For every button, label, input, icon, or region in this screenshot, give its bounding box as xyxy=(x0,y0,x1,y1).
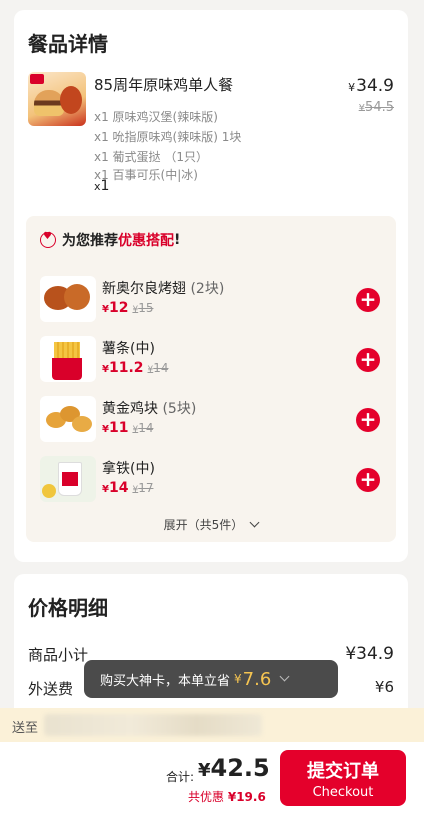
recommend-item-name: 黄金鸡块 xyxy=(102,401,158,417)
add-icon[interactable]: + xyxy=(356,408,380,432)
subtotal-label: 商品小计 xyxy=(28,646,89,664)
meal-name: 85周年原味鸡单人餐 xyxy=(94,76,234,94)
saving-label: 共优惠 ¥19.6 xyxy=(188,790,266,804)
recommend-item[interactable]: 新奥尔良烤翅 (2块) ¥12 ¥15 + xyxy=(40,276,380,326)
recommend-item-price: ¥11 ¥14 xyxy=(102,420,154,436)
recommend-item-name: 新奥尔良烤翅 xyxy=(102,281,186,297)
meal-original-price: ¥54.5 xyxy=(358,100,394,115)
total-value: ¥42.5 xyxy=(198,754,270,782)
meal-content-item: x1 吮指原味鸡(辣味版) 1块 xyxy=(94,130,242,144)
delivery-fee-label: 外送费 xyxy=(28,680,74,698)
checkout-bar: 合计: ¥42.5 共优惠 ¥19.6 提交订单 Checkout xyxy=(0,742,424,818)
recommend-item-price: ¥11.2 ¥14 xyxy=(102,360,169,376)
total-label: 合计: xyxy=(166,770,195,784)
meal-quantity: x1 xyxy=(94,178,110,194)
address-redacted xyxy=(44,714,262,736)
subtotal-value: ¥34.9 xyxy=(345,644,394,664)
recommend-item-name: 拿铁(中) xyxy=(102,461,155,477)
membership-card-promo[interactable]: 购买大神卡，本单立省 ¥7.6 xyxy=(84,660,338,698)
recommend-title: 为您推荐优惠搭配! xyxy=(40,230,180,250)
recommend-item-price: ¥14 ¥17 xyxy=(102,480,154,496)
recommend-item[interactable]: 拿铁(中) ¥14 ¥17 + xyxy=(40,456,380,506)
recommend-panel: 为您推荐优惠搭配! 新奥尔良烤翅 (2块) ¥12¥15 + 薯条(中) ¥11… xyxy=(26,216,396,542)
nuggets-thumbnail xyxy=(40,396,96,442)
add-icon[interactable]: + xyxy=(356,288,380,312)
address-label: 送至 xyxy=(12,721,39,736)
meal-thumbnail xyxy=(28,72,86,126)
add-icon[interactable]: + xyxy=(356,468,380,492)
detail-title: 餐品详情 xyxy=(28,32,108,56)
delivery-fee-value: ¥6 xyxy=(374,678,394,696)
expand-button[interactable]: 展开（共5件） xyxy=(26,516,396,533)
chevron-down-icon xyxy=(249,517,260,528)
meal-content-item: x1 葡式蛋挞 （1只） xyxy=(94,150,209,164)
meal-content-item: x1 百事可乐(中|冰) xyxy=(94,168,198,182)
chevron-down-icon xyxy=(279,671,290,681)
recommend-item[interactable]: 薯条(中) ¥11.2 ¥14 + xyxy=(40,336,380,386)
recommend-item[interactable]: 黄金鸡块 (5块) ¥11 ¥14 + xyxy=(40,396,380,446)
fries-thumbnail xyxy=(40,336,96,382)
heart-icon xyxy=(40,231,56,248)
meal-price: ¥34.9 xyxy=(348,76,394,96)
meal-content-item: x1 原味鸡汉堡(辣味版) xyxy=(94,110,218,124)
price-detail-title: 价格明细 xyxy=(28,596,108,620)
recommend-item-price: ¥12 ¥15 xyxy=(102,300,154,316)
add-icon[interactable]: + xyxy=(356,348,380,372)
order-detail-card: 餐品详情 85周年原味鸡单人餐 ¥34.9 ¥54.5 x1 原味鸡汉堡(辣味版… xyxy=(14,10,408,562)
recommend-item-name: 薯条(中) xyxy=(102,341,155,357)
latte-thumbnail xyxy=(40,456,96,502)
delivery-address-bar[interactable]: 送至 xyxy=(0,708,424,742)
submit-order-button[interactable]: 提交订单 Checkout xyxy=(280,750,406,806)
wings-thumbnail xyxy=(40,276,96,322)
